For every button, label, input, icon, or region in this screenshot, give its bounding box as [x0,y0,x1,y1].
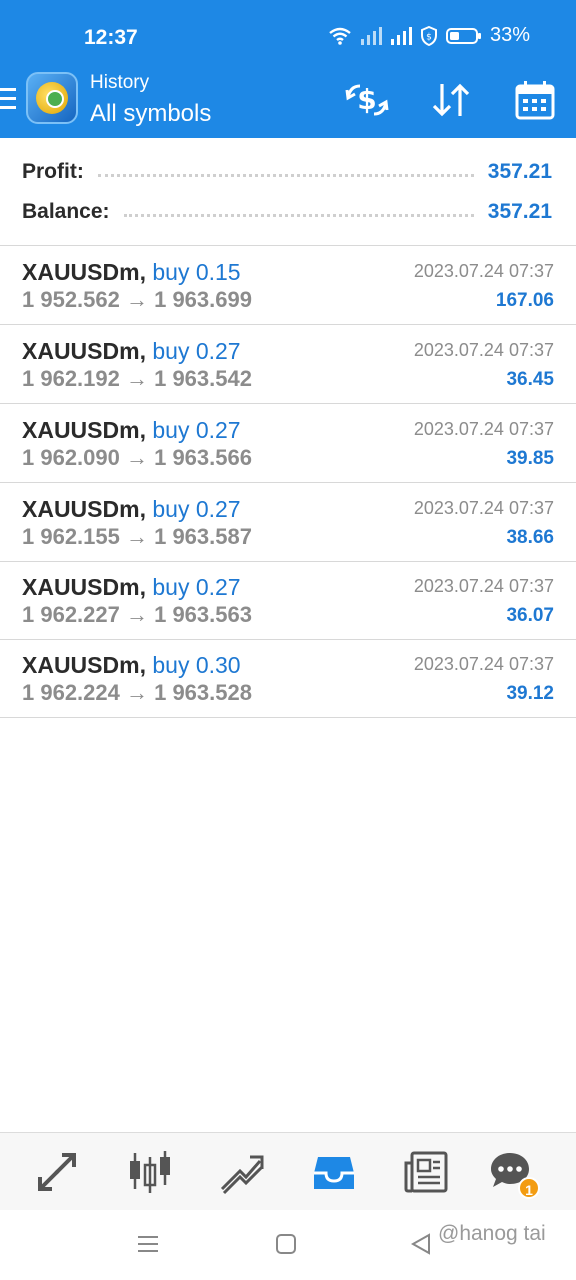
balance-row: Balance: 357.21 [22,197,552,227]
deal-datetime: 2023.07.24 07:37 [413,261,554,281]
deal-symbol: XAUUSDm, [22,259,146,285]
deal-side: buy 0.15 [152,259,241,285]
shield-icon: $ [420,25,437,46]
history-summary: Profit: 357.21 Balance: 357.21 [0,138,576,246]
calendar-icon[interactable] [512,78,558,122]
divider-dots [97,173,474,177]
svg-text:$: $ [357,83,376,116]
deal-datetime: 2023.07.24 07:37 [413,419,554,439]
sort-icon[interactable] [428,78,474,122]
divider-dots [123,213,474,217]
deal-prices: 1 952.562 → 1 963.699 [22,287,252,312]
back-icon[interactable] [410,1232,432,1256]
watermark-text: @hanog tai [438,1222,546,1245]
status-time: 12:37 [84,26,138,49]
balance-value: 357.21 [487,200,552,223]
messages-tab[interactable]: 1 [488,1149,540,1199]
chart-icon[interactable] [126,1149,174,1195]
deal-symbol: XAUUSDm, [22,417,146,443]
deal-datetime: 2023.07.24 07:37 [413,576,554,596]
signal-icon [390,26,412,45]
messages-badge: 1 [518,1177,540,1199]
deal-prices: 1 962.227 → 1 963.563 [22,602,252,627]
header-subtitle: History [90,72,150,93]
deal-row[interactable]: XAUUSDm, buy 0.30 1 962.224 → 1 963.528 … [0,640,576,718]
deal-profit: 38.66 [506,527,554,548]
deal-prices: 1 962.224 → 1 963.528 [22,680,252,705]
profit-label: Profit: [22,160,84,183]
deal-profit: 39.12 [506,683,554,704]
deal-side: buy 0.27 [152,417,241,443]
svg-text:$: $ [426,32,432,42]
battery-percent: 33% [489,24,530,46]
recents-menu-icon[interactable] [136,1232,160,1256]
deal-prices: 1 962.090 → 1 963.566 [22,445,252,470]
deal-side: buy 0.27 [152,496,241,522]
deal-row[interactable]: XAUUSDm, buy 0.27 1 962.227 → 1 963.563 … [0,562,576,640]
profit-value: 357.21 [487,160,552,183]
app-header: History All symbols $ [0,64,576,138]
bottom-tab-bar: 1 [0,1132,576,1210]
deal-profit: 167.06 [495,290,554,311]
battery-icon [445,27,481,44]
deal-side: buy 0.27 [152,338,241,364]
deal-profit: 36.45 [506,369,554,390]
signal-weak-icon [360,26,382,45]
app-logo [26,72,78,124]
quotes-icon[interactable] [34,1149,82,1195]
currency-exchange-icon[interactable]: $ [344,78,390,122]
deal-prices: 1 962.155 → 1 963.587 [22,524,252,549]
profit-row: Profit: 357.21 [22,157,552,187]
menu-icon[interactable] [0,88,16,110]
balance-label: Balance: [22,200,110,223]
deal-profit: 36.07 [506,605,554,626]
deal-prices: 1 962.192 → 1 963.542 [22,366,252,391]
deal-row[interactable]: XAUUSDm, buy 0.27 1 962.192 → 1 963.542 … [0,326,576,404]
deal-row[interactable]: XAUUSDm, buy 0.27 1 962.090 → 1 963.566 … [0,405,576,483]
deal-datetime: 2023.07.24 07:37 [413,340,554,360]
news-icon[interactable] [402,1149,450,1195]
deal-datetime: 2023.07.24 07:37 [413,498,554,518]
deal-row[interactable]: XAUUSDm, buy 0.27 1 962.155 → 1 963.587 … [0,484,576,562]
home-icon[interactable] [274,1232,298,1256]
deal-side: buy 0.27 [152,574,241,600]
deal-symbol: XAUUSDm, [22,652,146,678]
trade-icon[interactable] [218,1149,266,1195]
deal-symbol: XAUUSDm, [22,338,146,364]
history-icon[interactable] [310,1149,358,1195]
deal-symbol: XAUUSDm, [22,574,146,600]
header-title[interactable]: All symbols [90,100,211,128]
deal-datetime: 2023.07.24 07:37 [413,654,554,674]
deal-side: buy 0.30 [152,652,241,678]
wifi-icon [329,27,351,45]
status-icons: $ 33% [328,24,530,47]
deal-row[interactable]: XAUUSDm, buy 0.15 1 952.562 → 1 963.699 … [0,247,576,325]
deal-symbol: XAUUSDm, [22,496,146,522]
deal-profit: 39.85 [506,448,554,469]
